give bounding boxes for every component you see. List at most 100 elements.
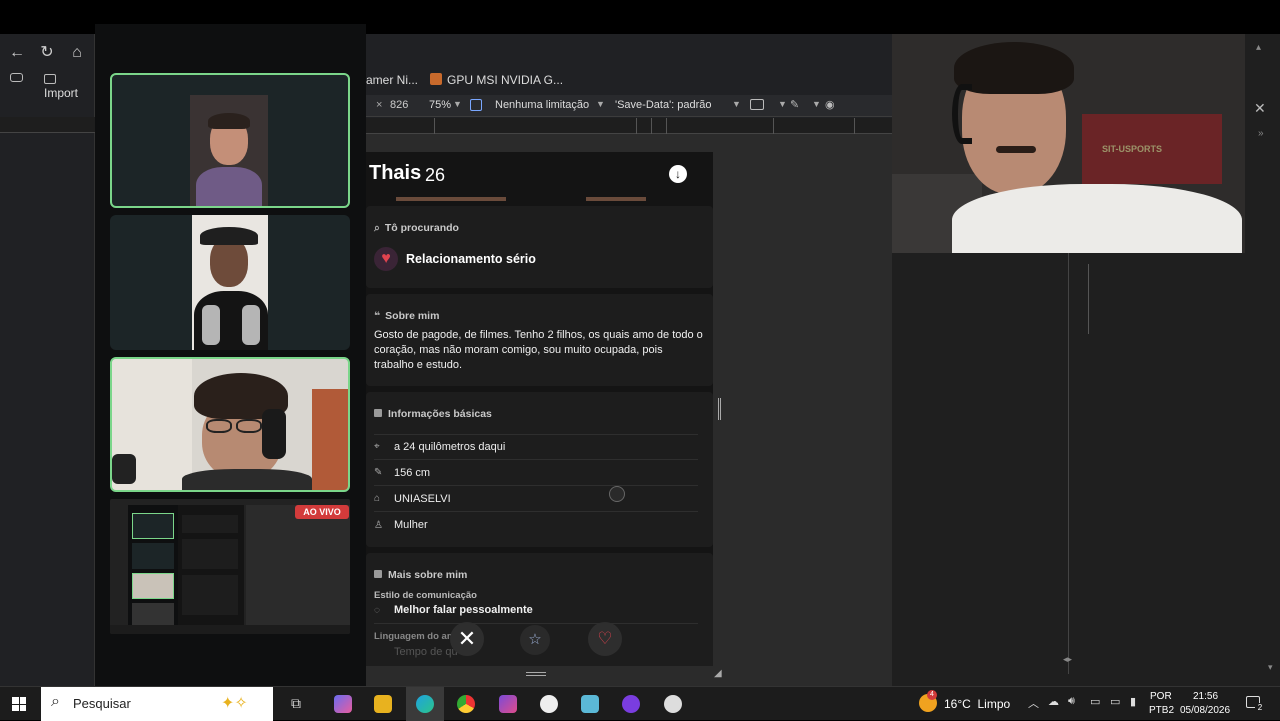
- panel-toggle-icon[interactable]: ◂▸: [1063, 654, 1072, 665]
- bookmark-item[interactable]: GPU MSI NVIDIA G...: [447, 73, 563, 87]
- close-x-icon[interactable]: ×: [376, 99, 382, 111]
- bookmarks-bar: amer Ni... GPU MSI NVIDIA G...: [366, 68, 892, 92]
- zoom-select[interactable]: 75%: [429, 99, 451, 111]
- screen-share-tile[interactable]: AO VIVO: [110, 499, 350, 634]
- headset-icon: [952, 84, 972, 144]
- looking-for-value: Relacionamento sério: [406, 252, 536, 266]
- collections-icon[interactable]: [10, 73, 23, 82]
- super-like-button[interactable]: ☆: [520, 625, 550, 655]
- ruler-icon: ✎: [374, 467, 383, 478]
- home-icon[interactable]: ⌂: [66, 42, 88, 64]
- profile-page: Thais 26 ↓ ⌕ Tô procurando ♥ Relacionamen…: [366, 152, 713, 666]
- person-shirt: [952, 184, 1242, 253]
- onedrive-icon[interactable]: ☁: [1048, 695, 1059, 708]
- ruler-left: [0, 117, 95, 133]
- download-icon[interactable]: ↓: [669, 165, 687, 183]
- media-player-icon[interactable]: [664, 695, 682, 713]
- person-icon: ♙: [374, 519, 383, 531]
- search-placeholder: Pesquisar: [73, 696, 131, 711]
- clock-date[interactable]: 05/08/2026: [1180, 705, 1230, 716]
- id-card-icon: [374, 409, 382, 417]
- dislike-button[interactable]: ✕: [450, 622, 484, 656]
- task-view-icon[interactable]: ⧉: [291, 695, 301, 712]
- microphone-icon[interactable]: ▮: [1130, 695, 1136, 708]
- width-input[interactable]: 826: [390, 99, 408, 111]
- throttle-select[interactable]: Nenhuma limitação: [495, 99, 589, 111]
- weather-badge: 4: [927, 690, 937, 700]
- bookmark-import[interactable]: Import: [44, 72, 94, 100]
- chevron-up-icon[interactable]: ︿: [1028, 695, 1039, 711]
- app-icon[interactable]: [499, 695, 517, 713]
- participant-tile-3[interactable]: [110, 357, 350, 492]
- eye-icon[interactable]: ◉: [825, 98, 835, 111]
- chevron-down-icon: ▼: [812, 99, 821, 109]
- device-toolbar: × 826 75% ▼ Nenhuma limitação ▼ 'Save-Da…: [366, 95, 892, 117]
- device-ruler: [366, 118, 892, 134]
- language-bottom[interactable]: PTB2: [1149, 705, 1174, 716]
- clock-time[interactable]: 21:56: [1193, 691, 1218, 702]
- participant-video: [192, 215, 268, 350]
- person-hair: [954, 42, 1074, 94]
- looking-for-card: ⌕ Tô procurando ♥ Relacionamento sério: [366, 206, 713, 288]
- chair-logo-text: SIT-USPORTS: [1102, 144, 1163, 154]
- search-box[interactable]: ⌕ Pesquisar ✦✧: [41, 687, 273, 721]
- notification-count: 2: [1255, 703, 1265, 713]
- display-icon[interactable]: ▭: [1110, 695, 1120, 708]
- app-icon[interactable]: [581, 695, 599, 713]
- edge-icon[interactable]: [416, 695, 434, 713]
- windows-taskbar: ⌕ Pesquisar ✦✧ ⧉ 4 16°C Limpo ︿ ☁ 🔊︎ ▭ ▭…: [0, 686, 1280, 721]
- participant-tile-2[interactable]: [110, 215, 350, 350]
- language-top[interactable]: POR: [1150, 691, 1172, 702]
- close-icon[interactable]: ✕: [1254, 100, 1266, 117]
- network-icon[interactable]: ▭: [1090, 695, 1100, 708]
- back-arrow-icon[interactable]: ←: [6, 42, 28, 64]
- profile-age: 26: [425, 165, 446, 185]
- copilot-icon[interactable]: [334, 695, 352, 713]
- participant-video: [112, 359, 348, 490]
- like-button[interactable]: ♡: [588, 622, 622, 656]
- basic-info-row: ♙ Mulher: [374, 519, 428, 531]
- app-icon[interactable]: [622, 695, 640, 713]
- bookmark-item[interactable]: amer Ni...: [366, 73, 418, 87]
- tag-icon: [374, 570, 382, 578]
- reload-icon[interactable]: ↻: [36, 42, 58, 64]
- quote-icon: ❝: [374, 310, 381, 322]
- webcam-overlay: SIT-USPORTS: [892, 34, 1245, 253]
- photo-strip: [586, 197, 646, 201]
- save-data-select[interactable]: 'Save-Data': padrão: [615, 99, 712, 111]
- video-call-panel: AO VIVO: [95, 24, 366, 686]
- file-explorer-icon[interactable]: [374, 695, 392, 713]
- basic-info-row: ✎ 156 cm: [374, 460, 698, 486]
- chevron-up-icon[interactable]: ▴: [1256, 42, 1261, 53]
- profile-header: Thais 26 ↓: [366, 152, 713, 200]
- windows-start-icon[interactable]: [12, 697, 26, 711]
- double-chevron-icon[interactable]: »: [1258, 128, 1264, 139]
- chevron-down-icon: ▼: [596, 99, 605, 109]
- inspect-icon[interactable]: [470, 99, 482, 111]
- chevron-down-icon: ▼: [732, 99, 741, 109]
- resize-handle-bottom[interactable]: [526, 672, 546, 676]
- photo-strip: [396, 197, 506, 201]
- chat-icon: ◌: [374, 605, 380, 616]
- folder-icon: [44, 74, 56, 84]
- chevron-down-icon: ▼: [778, 99, 787, 109]
- search-icon: ⌕: [51, 693, 60, 710]
- copilot-sparkle-icon: ✦✧: [221, 695, 248, 712]
- participant-tile-1[interactable]: [110, 73, 350, 208]
- bookmark-favicon-icon: [430, 73, 442, 85]
- live-badge: AO VIVO: [295, 505, 349, 519]
- mustache: [996, 146, 1036, 153]
- chrome-icon[interactable]: [457, 695, 475, 713]
- basic-info-row: ⌖ a 24 quilômetros daqui: [374, 434, 698, 460]
- pen-icon[interactable]: ✎: [790, 98, 799, 111]
- about-card: ❝ Sobre mim Gosto de pagode, de filmes. T…: [366, 294, 713, 386]
- volume-icon[interactable]: 🔊︎: [1068, 695, 1075, 708]
- weather-text[interactable]: 16°C Limpo: [944, 697, 1010, 711]
- obs-icon[interactable]: [540, 695, 558, 713]
- resize-handle[interactable]: [718, 398, 721, 420]
- devtools-code-gutter: [1088, 264, 1094, 334]
- resize-corner-icon[interactable]: ◢: [714, 668, 722, 679]
- rotate-icon[interactable]: [750, 99, 764, 110]
- chevron-down-icon[interactable]: ▾: [1268, 662, 1273, 673]
- profile-name: Thais: [369, 162, 422, 184]
